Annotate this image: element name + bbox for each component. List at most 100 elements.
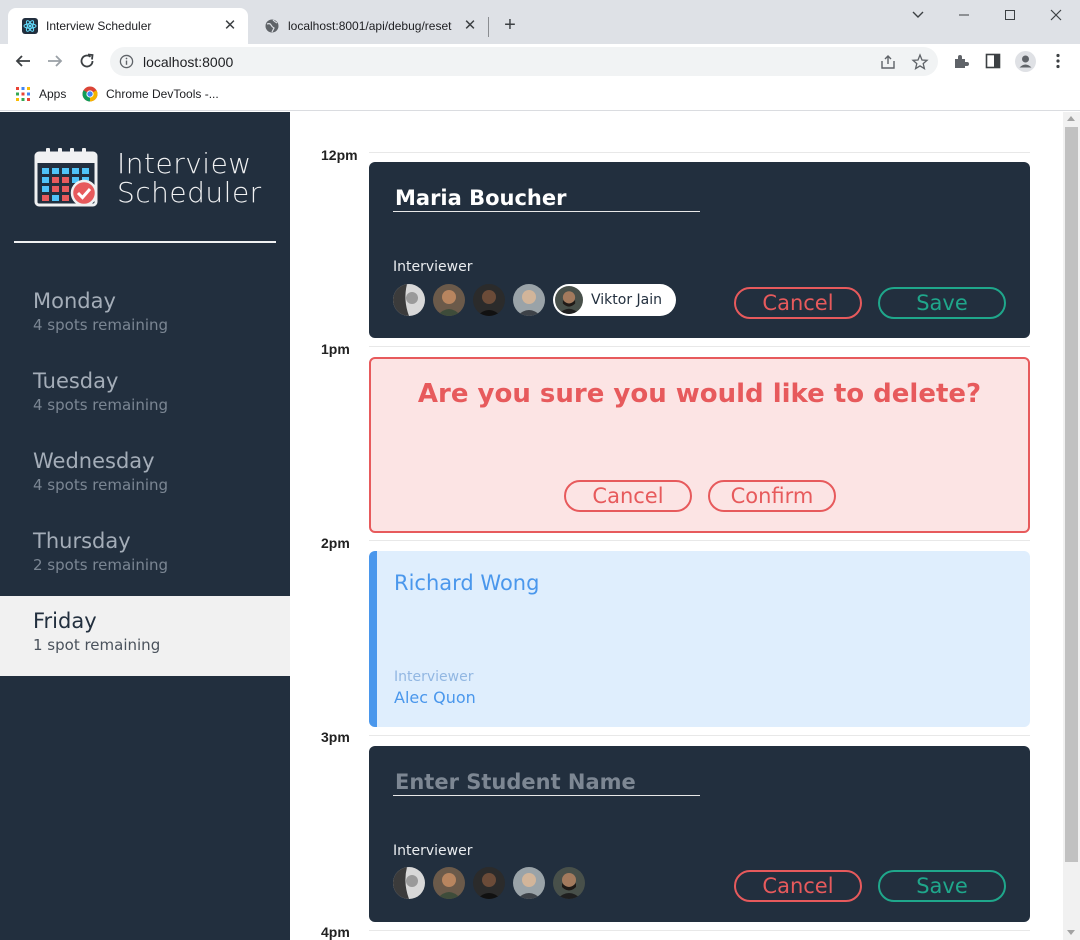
interviewer-list [393,867,593,899]
brand-line-1: Interview [117,147,252,180]
time-label: 2pm [321,535,350,551]
student-name: Richard Wong [394,571,540,595]
url-text: localhost:8000 [143,54,234,70]
day-name: Thursday [33,529,131,553]
reload-icon[interactable] [76,50,98,72]
tab-search-icon[interactable] [895,4,941,26]
react-favicon-icon [22,18,38,34]
student-name-input[interactable] [393,768,700,796]
tab-debug-reset[interactable]: localhost:8001/api/debug/reset ✕ [250,8,488,44]
save-button[interactable]: Save [878,870,1006,902]
day-name: Wednesday [33,449,155,473]
day-name: Friday [33,609,97,633]
brand: Interview Scheduler [34,148,262,208]
menu-kebab-icon[interactable] [1049,52,1067,70]
brand-divider [14,241,276,243]
time-divider [369,346,1030,347]
appointment-delete-confirm: Are you sure you would like to delete? C… [369,357,1030,533]
day-spots: 4 spots remaining [33,316,169,334]
day-friday[interactable]: Friday 1 spot remaining [0,596,290,676]
chrome-logo-icon [82,86,98,102]
cancel-button[interactable]: Cancel [734,287,862,319]
bookmark-apps[interactable]: Apps [15,85,66,103]
interviewer-avatar[interactable] [393,867,425,899]
brand-title: Interview Scheduler [117,149,262,207]
bookmarks-bar: Apps Chrome DevTools -... [0,78,1080,111]
day-thursday[interactable]: Thursday 2 spots remaining [0,516,290,596]
day-tuesday[interactable]: Tuesday 4 spots remaining [0,356,290,436]
calendar-logo-icon [34,148,98,207]
interviewer-label: Interviewer [394,669,474,685]
apps-grid-icon [16,87,30,101]
forward-icon[interactable] [44,50,66,72]
day-wednesday[interactable]: Wednesday 4 spots remaining [0,436,290,516]
time-divider [369,152,1030,153]
bookmark-label: Chrome DevTools -... [106,87,219,101]
scrollbar-thumb[interactable] [1065,127,1078,862]
browser-toolbar: localhost:8000 [0,44,1080,78]
back-icon[interactable] [12,50,34,72]
new-tab-icon[interactable]: + [500,15,520,35]
time-divider [369,930,1030,931]
close-tab-icon[interactable]: ✕ [462,18,478,34]
interviewer-avatar[interactable] [553,867,585,899]
day-name: Tuesday [33,369,119,393]
close-tab-icon[interactable]: ✕ [222,18,238,34]
scroll-down-arrow-icon[interactable] [1067,930,1075,935]
tab-separator [488,17,489,37]
day-spots: 2 spots remaining [33,556,169,574]
site-info-icon[interactable] [119,54,134,69]
time-label: 3pm [321,729,350,745]
extensions-icon[interactable] [952,52,970,70]
delete-confirm-message: Are you sure you would like to delete? [417,379,982,409]
interviewer-avatar[interactable] [513,284,545,316]
maximize-icon[interactable] [987,4,1033,26]
time-divider [369,540,1030,541]
appointment-show: Richard Wong Interviewer Alec Quon [369,551,1030,727]
bookmark-star-icon[interactable] [911,53,929,71]
day-monday[interactable]: Monday 4 spots remaining [0,276,290,356]
scroll-up-arrow-icon[interactable] [1067,116,1075,121]
interviewer-avatar [555,286,583,314]
interviewer-avatar[interactable] [473,867,505,899]
tab-interview-scheduler[interactable]: Interview Scheduler ✕ [8,8,248,44]
time-divider [369,735,1030,736]
interviewer-avatar[interactable] [393,284,425,316]
appointment-create-form: Interviewer Cancel Save [369,746,1030,922]
cancel-button[interactable]: Cancel [564,480,692,512]
interviewer-label: Interviewer [393,259,473,275]
profile-avatar-icon[interactable] [1015,51,1036,72]
student-name-input[interactable] [393,184,700,212]
globe-icon [265,19,279,33]
interviewer-avatar[interactable] [473,284,505,316]
day-spots: 4 spots remaining [33,396,169,414]
window-close-icon[interactable] [1033,4,1079,26]
time-label: 4pm [321,924,350,940]
save-button[interactable]: Save [878,287,1006,319]
selected-interviewer[interactable]: Viktor Jain [553,284,676,316]
browser-tab-strip: Interview Scheduler ✕ localhost:8001/api… [0,0,1080,44]
cancel-button[interactable]: Cancel [734,870,862,902]
share-icon[interactable] [879,53,897,71]
address-bar[interactable]: localhost:8000 [110,47,938,76]
tab-title: localhost:8001/api/debug/reset [288,19,452,33]
bookmark-label: Apps [39,87,67,101]
brand-line-2: Scheduler [117,176,262,209]
appointment-edit-form: Interviewer Viktor Jain Cancel Save [369,162,1030,338]
time-label: 12pm [321,147,358,163]
interviewer-avatar[interactable] [433,284,465,316]
day-name: Monday [33,289,116,313]
selected-interviewer-name: Viktor Jain [591,292,662,308]
bookmark-chrome-devtools[interactable]: Chrome DevTools -... [82,85,219,103]
side-panel-icon[interactable] [984,52,1002,70]
confirm-button[interactable]: Confirm [708,480,836,512]
tab-title: Interview Scheduler [46,19,152,33]
interviewer-label: Interviewer [393,843,473,859]
interviewer-avatar[interactable] [513,867,545,899]
interviewer-name: Alec Quon [394,688,476,707]
day-spots: 4 spots remaining [33,476,169,494]
page-scrollbar[interactable] [1063,112,1080,940]
interviewer-avatar[interactable] [433,867,465,899]
schedule: 12pm Interviewer Viktor Jain Ca [290,112,1063,940]
minimize-icon[interactable] [941,4,987,26]
